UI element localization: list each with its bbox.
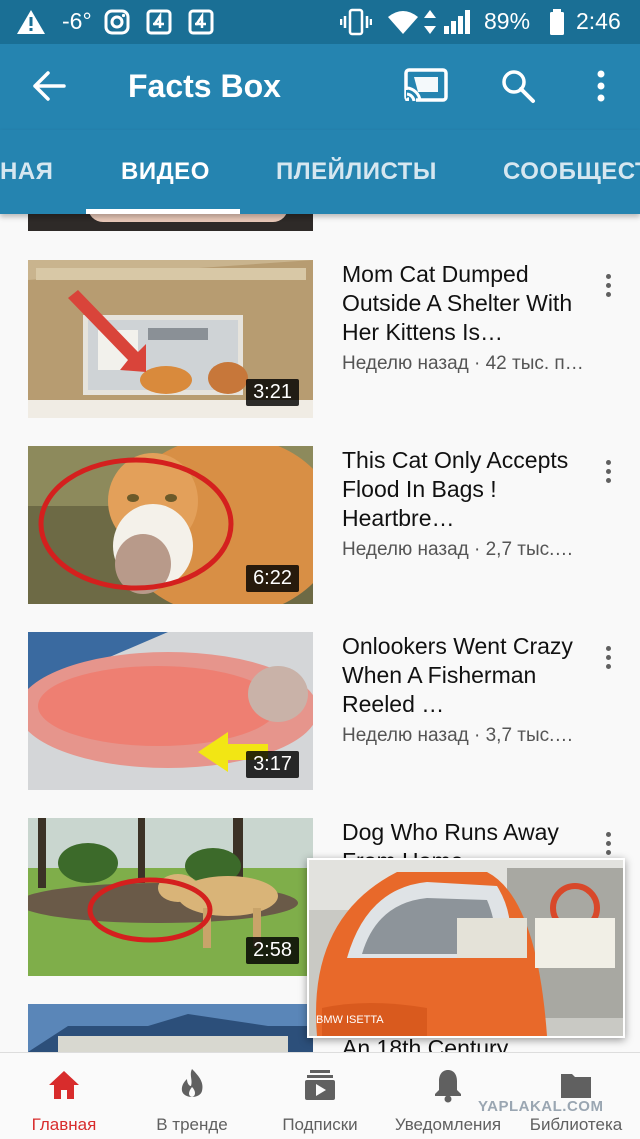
video-meta: Неделю назад · 2,7 тыс.…	[342, 539, 574, 560]
more-vert-icon[interactable]	[594, 70, 608, 102]
wifi-icon	[388, 11, 418, 34]
tab-videos[interactable]: ВИДЕО	[121, 158, 210, 186]
more-options-icon[interactable]	[600, 646, 616, 674]
app-bar: Facts Box	[0, 44, 640, 130]
video-thumbnail[interactable]: 2:58	[28, 818, 313, 976]
more-options-icon[interactable]	[600, 274, 616, 302]
active-tab-indicator	[86, 209, 240, 214]
back-arrow-icon[interactable]	[32, 70, 66, 102]
video-thumbnail[interactable]: 6:22	[28, 446, 313, 604]
channel-title: Facts Box	[128, 68, 281, 104]
battery-percent-text: 89%	[484, 8, 531, 34]
video-meta: Неделю назад · 42 тыс. п…	[342, 353, 584, 374]
video-duration: 6:22	[246, 565, 299, 592]
temperature-text: -6°	[62, 8, 92, 34]
watermark: YAPLAKAL.COM	[478, 1098, 604, 1115]
vibrate-icon	[340, 8, 372, 36]
video-thumbnail[interactable]	[28, 1004, 313, 1052]
cast-icon[interactable]	[404, 68, 448, 104]
channel-tabs: НАЯ ВИДЕО ПЛЕЙЛИСТЫ СООБЩЕСТ	[0, 130, 640, 214]
clock-text: 2:46	[576, 8, 621, 34]
subscriptions-icon	[305, 1070, 335, 1100]
instagram-icon	[104, 9, 130, 35]
video-thumbnail[interactable]: 3:21	[28, 260, 313, 418]
flame-icon	[181, 1069, 203, 1097]
video-title[interactable]: This Cat Only Accepts Flood In Bags ! He…	[342, 446, 582, 533]
nav-notifications[interactable]: Уведомления	[384, 1053, 512, 1139]
data-transfer-icon	[424, 10, 436, 34]
signal-icon	[444, 10, 470, 34]
video-duration: 2:58	[246, 937, 299, 964]
video-duration: 3:21	[246, 379, 299, 406]
mini-player[interactable]: BMW ISETTA	[307, 858, 625, 1038]
more-options-icon[interactable]	[600, 832, 616, 860]
bell-icon	[435, 1070, 461, 1103]
notification-app-icon-2	[188, 9, 214, 35]
nav-subscriptions[interactable]: Подписки	[256, 1053, 384, 1139]
nav-label: Библиотека	[529, 1115, 623, 1134]
nav-label: Уведомления	[394, 1115, 502, 1134]
video-meta: Неделю назад · 3,7 тыс.…	[342, 725, 574, 746]
notification-app-icon	[146, 9, 172, 35]
video-thumbnail-partial[interactable]	[28, 214, 313, 231]
tab-playlists[interactable]: ПЛЕЙЛИСТЫ	[276, 158, 437, 186]
nav-trending[interactable]: В тренде	[128, 1053, 256, 1139]
nav-home[interactable]: Главная	[0, 1053, 128, 1139]
thumbnail-image	[28, 1004, 313, 1052]
nav-label: В тренде	[156, 1115, 228, 1134]
tab-home[interactable]: НАЯ	[0, 158, 53, 186]
video-title[interactable]: Onlookers Went Crazy When A Fisherman Re…	[342, 632, 582, 719]
tab-community[interactable]: СООБЩЕСТ	[503, 158, 640, 186]
video-title[interactable]: Mom Cat Dumped Outside A Shelter With He…	[342, 260, 582, 347]
video-thumbnail[interactable]: 3:17	[28, 632, 313, 790]
more-options-icon[interactable]	[600, 460, 616, 488]
status-bar: -6° 89% 2:46	[0, 0, 640, 44]
mini-player-caption: BMW ISETTA	[316, 1014, 384, 1026]
video-duration: 3:17	[246, 751, 299, 778]
home-icon	[49, 1071, 79, 1099]
bottom-navigation: Главная В тренде Подписки Уведомления Би…	[0, 1052, 640, 1139]
mini-player-video[interactable]	[307, 858, 625, 1038]
battery-icon	[550, 9, 564, 35]
warning-icon	[17, 10, 45, 34]
nav-library[interactable]: Библиотека	[512, 1053, 640, 1139]
nav-label: Подписки	[282, 1115, 358, 1134]
search-icon[interactable]	[500, 68, 536, 104]
nav-label: Главная	[31, 1115, 97, 1134]
